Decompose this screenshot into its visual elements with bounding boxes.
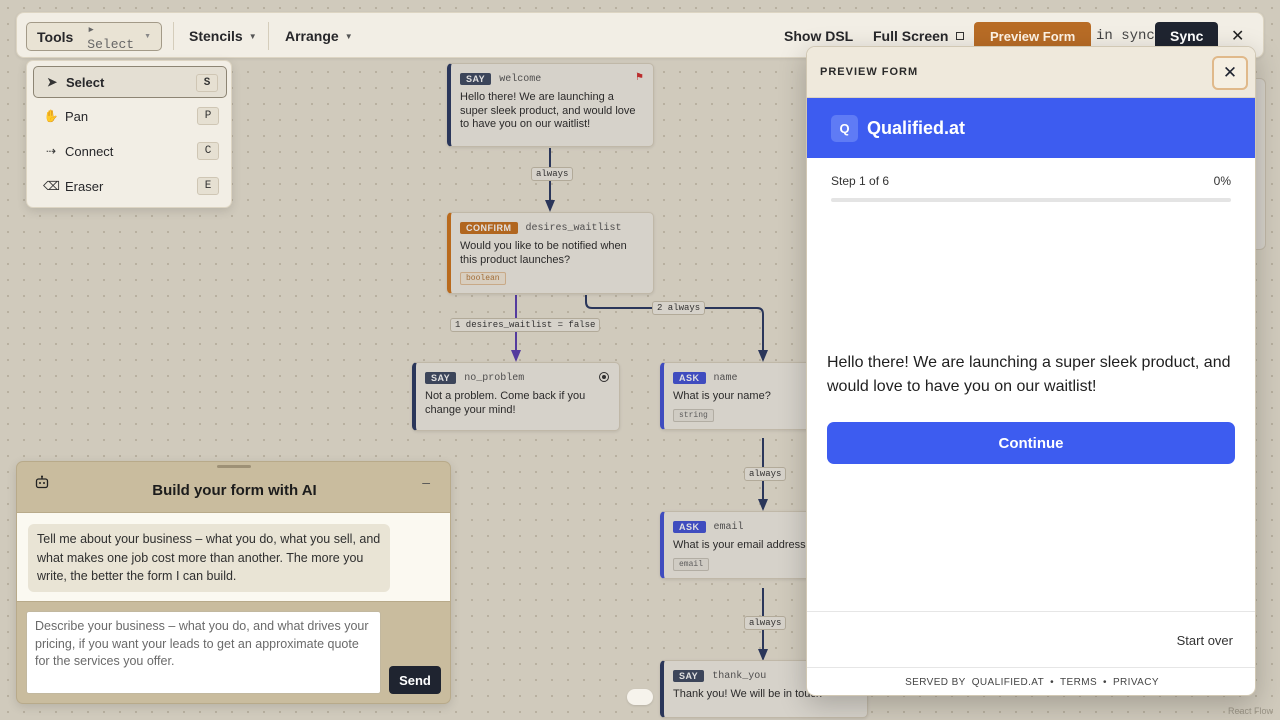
node-text: Not a problem. Come back if you change y… (425, 390, 586, 416)
business-description-input[interactable]: Describe your business – what you do, an… (26, 611, 381, 694)
shortcut-key: P (197, 107, 219, 125)
edge-label[interactable]: always (744, 467, 787, 481)
menu-item-eraser[interactable]: ⌫ Eraser E (33, 170, 227, 202)
ai-chat-log: Tell me about your business – what you d… (17, 512, 450, 602)
start-over-button[interactable]: Start over (1177, 633, 1233, 648)
node-id: no_problem (464, 372, 525, 384)
ai-builder-panel: Build your form with AI – Tell me about … (16, 461, 451, 704)
node-id: email (713, 521, 744, 533)
close-icon[interactable]: ✕ (1212, 56, 1248, 90)
connect-icon: ⇢ (45, 144, 57, 158)
preview-header: PREVIEW FORM ✕ (807, 47, 1255, 98)
arrange-menu[interactable]: Arrange ▼ (285, 28, 353, 44)
shortcut-key: E (197, 177, 219, 195)
edge-label[interactable]: always (531, 167, 574, 181)
node-badge: ASK (673, 372, 706, 384)
show-dsl-button[interactable]: Show DSL (784, 28, 853, 44)
full-screen-button[interactable]: Full Screen (873, 28, 965, 44)
brand-logo: Q (831, 114, 858, 142)
node-badge: ASK (673, 521, 706, 533)
served-by-link[interactable]: QUALIFIED.AT (972, 677, 1044, 688)
tools-dropdown[interactable]: Tools ▸ Select ▼ (26, 21, 162, 52)
tools-menu: ➤ Select S ✋ Pan P ⇢ Connect C ⌫ Eraser … (26, 60, 232, 208)
tools-label: Tools (37, 28, 74, 45)
full-screen-label: Full Screen (873, 28, 949, 44)
attribution-link[interactable]: React Flow (1228, 706, 1273, 716)
menu-item-label: Select (66, 74, 105, 90)
assistant-message: Tell me about your business – what you d… (28, 524, 390, 592)
node-type-badge: boolean (460, 272, 506, 285)
node-desires-waitlist[interactable]: CONFIRM desires_waitlist Would you like … (447, 212, 654, 294)
node-id: desires_waitlist (525, 222, 622, 234)
caret-down-icon: ▼ (248, 31, 257, 41)
node-badge: SAY (673, 670, 705, 682)
node-badge: CONFIRM (460, 222, 518, 234)
node-id: welcome (499, 73, 542, 85)
caret-down-icon: ▼ (344, 31, 353, 41)
menu-item-label: Connect (65, 143, 114, 159)
menu-item-label: Eraser (65, 178, 104, 194)
ai-panel-title: Build your form with AI (152, 481, 317, 499)
continue-button[interactable]: Continue (827, 422, 1235, 464)
preview-title: PREVIEW FORM (820, 66, 919, 78)
eraser-icon: ⌫ (43, 179, 60, 193)
arrange-label: Arrange (285, 28, 339, 44)
tools-current: ▸ Select (87, 21, 135, 52)
preview-form-dialog: PREVIEW FORM ✕ Q Qualified.at Step 1 of … (806, 46, 1256, 696)
flag-icon: ⚑ (635, 72, 644, 83)
menu-item-connect[interactable]: ⇢ Connect C (33, 135, 227, 167)
stencils-label: Stencils (189, 28, 243, 44)
served-by-footer: SERVED BY QUALIFIED.AT • TERMS • PRIVACY (807, 667, 1255, 695)
menu-item-label: Pan (65, 108, 89, 124)
end-node-icon (599, 372, 609, 382)
served-by-label: SERVED BY (905, 677, 966, 688)
brand-bar: Q Qualified.at (807, 98, 1255, 158)
minimap-toggle[interactable] (627, 689, 653, 705)
menu-item-pan[interactable]: ✋ Pan P (33, 100, 227, 132)
send-button[interactable]: Send (389, 666, 441, 694)
terms-link[interactable]: TERMS (1060, 677, 1097, 688)
hand-icon: ✋ (43, 109, 59, 123)
node-id: name (713, 372, 738, 384)
separator-dot: • (1103, 677, 1107, 688)
privacy-link[interactable]: PRIVACY (1113, 677, 1159, 688)
close-icon[interactable]: ✕ (1231, 26, 1244, 46)
form-question: Hello there! We are launching a super sl… (827, 354, 1231, 395)
fullscreen-icon (956, 32, 965, 40)
separator-dot: • (1050, 677, 1055, 688)
minimize-icon[interactable]: – (422, 474, 430, 490)
node-type-badge: string (673, 408, 714, 422)
divider (807, 611, 1255, 612)
node-id: thank_you (712, 670, 767, 682)
node-text: Hello there! We are launching a super sl… (460, 91, 636, 130)
resize-handle[interactable] (217, 465, 251, 468)
node-text: Would you like to be notified when this … (460, 240, 627, 266)
divider (268, 22, 269, 50)
brand-name: Qualified.at (867, 117, 966, 138)
shortcut-key: C (197, 142, 219, 160)
cursor-icon: ➤ (46, 75, 58, 89)
node-badge: SAY (460, 73, 492, 85)
progress-bar (831, 198, 1231, 202)
edge-label[interactable]: always (744, 616, 787, 630)
divider (173, 22, 174, 50)
step-indicator: Step 1 of 6 (831, 174, 890, 188)
ai-panel-header: Build your form with AI (17, 470, 450, 510)
node-type-badge: email (673, 557, 710, 571)
shortcut-key: S (196, 74, 218, 92)
menu-item-select[interactable]: ➤ Select S (33, 66, 227, 98)
edge-label[interactable]: 1 desires_waitlist = false (450, 318, 601, 332)
edge-label[interactable]: 2 always (652, 301, 706, 315)
caret-down-icon: ▼ (144, 33, 151, 40)
stencils-menu[interactable]: Stencils ▼ (189, 28, 257, 44)
node-badge: SAY (425, 372, 457, 384)
sync-status: in sync (1096, 28, 1155, 44)
node-no-problem[interactable]: SAY no_problem Not a problem. Come back … (412, 362, 620, 431)
node-welcome[interactable]: SAY welcome ⚑ Hello there! We are launch… (447, 63, 654, 147)
progress-percent: 0% (1213, 174, 1231, 188)
